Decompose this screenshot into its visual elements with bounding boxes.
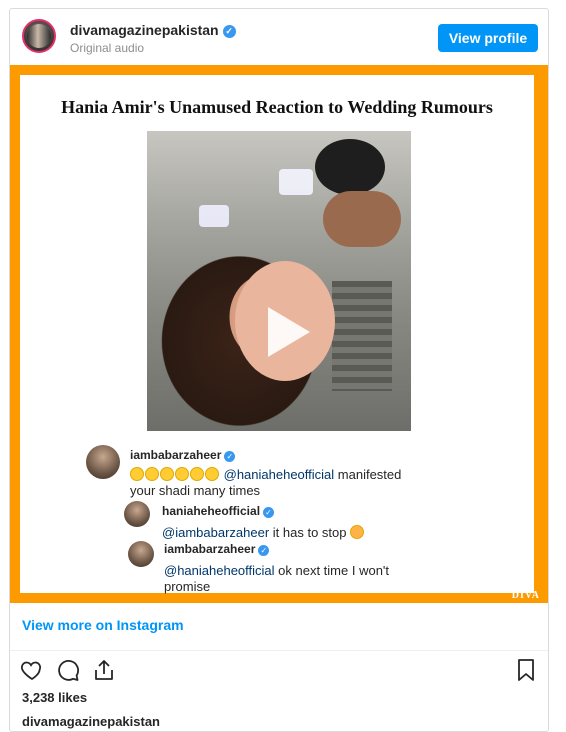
view-profile-button[interactable]: View profile [438, 24, 538, 52]
comment-text: manifested [334, 467, 402, 482]
weary-emoji-icon [350, 525, 365, 539]
laughing-emoji-icon [130, 467, 144, 481]
comment-mention: @iambabarzaheer [162, 525, 270, 540]
media-frame: Hania Amir's Unamused Reaction to Weddin… [20, 75, 534, 595]
diva-watermark: DIVA [511, 590, 540, 601]
view-more-link[interactable]: View more on Instagram [22, 617, 184, 633]
verified-badge-icon: ✓ [224, 451, 236, 462]
verified-badge-icon: ✓ [258, 545, 270, 556]
comment-username: haniaheheofficial [162, 504, 261, 518]
commenter-avatar [124, 501, 150, 527]
laughing-emoji-icon [160, 467, 174, 481]
comment-text-line2: your shadi many times [130, 483, 261, 498]
comment-1: iambabarzaheer ✓ @haniaheheofficial manif… [130, 447, 401, 499]
comment-mention: @haniaheheofficial [223, 467, 335, 482]
ceiling-light [199, 205, 229, 227]
avatar-photo [27, 24, 51, 48]
comment-username: iambabarzaheer [164, 542, 256, 556]
comment-2: haniaheheofficial ✓ @iambabarzaheer it ha… [162, 503, 365, 541]
likes-count[interactable]: 3,238 likes [22, 690, 87, 705]
comment-text: ok next time I won't [274, 563, 390, 578]
audio-subtitle[interactable]: Original audio [70, 41, 144, 55]
comment-mention: @haniaheheofficial [164, 563, 275, 578]
divider [10, 650, 548, 651]
comment-icon[interactable] [56, 658, 80, 682]
laughing-emoji-icon [205, 467, 219, 481]
commenter-avatar [128, 541, 154, 567]
verified-badge-icon: ✓ [222, 25, 236, 38]
heart-icon[interactable] [20, 658, 44, 682]
verified-badge-icon: ✓ [263, 507, 275, 518]
instagram-embed-card: divamagazinepakistan ✓ Original audio Vie… [9, 8, 549, 732]
ceiling-light [279, 169, 313, 195]
commenter-avatar [86, 445, 120, 479]
laughing-emoji-icon [190, 467, 204, 481]
play-icon[interactable] [250, 299, 316, 365]
comment-text-line2: promise [164, 579, 211, 594]
comment-text: it has to stop [269, 525, 347, 540]
profile-username-row[interactable]: divamagazinepakistan ✓ [70, 22, 236, 38]
stylist-hand [323, 191, 401, 247]
bookmark-icon[interactable] [514, 658, 538, 682]
post-header: divamagazinepakistan ✓ Original audio Vie… [10, 9, 548, 65]
comment-username: iambabarzaheer [130, 448, 222, 462]
laughing-emoji-icon [175, 467, 189, 481]
action-bar [10, 654, 548, 684]
profile-avatar[interactable] [22, 19, 56, 53]
share-icon[interactable] [92, 658, 116, 682]
post-media[interactable]: Hania Amir's Unamused Reaction to Weddin… [10, 65, 548, 603]
window-blinds [332, 281, 392, 391]
caption-owner[interactable]: divamagazinepakistan [22, 714, 160, 729]
hair-dryer [315, 139, 385, 195]
profile-username[interactable]: divamagazinepakistan [70, 22, 219, 38]
laughing-emoji-icon [145, 467, 159, 481]
media-title: Hania Amir's Unamused Reaction to Weddin… [61, 97, 493, 117]
comment-3: iambabarzaheer ✓ @haniaheheofficial ok ne… [164, 541, 389, 595]
video-thumbnail[interactable] [147, 131, 411, 431]
